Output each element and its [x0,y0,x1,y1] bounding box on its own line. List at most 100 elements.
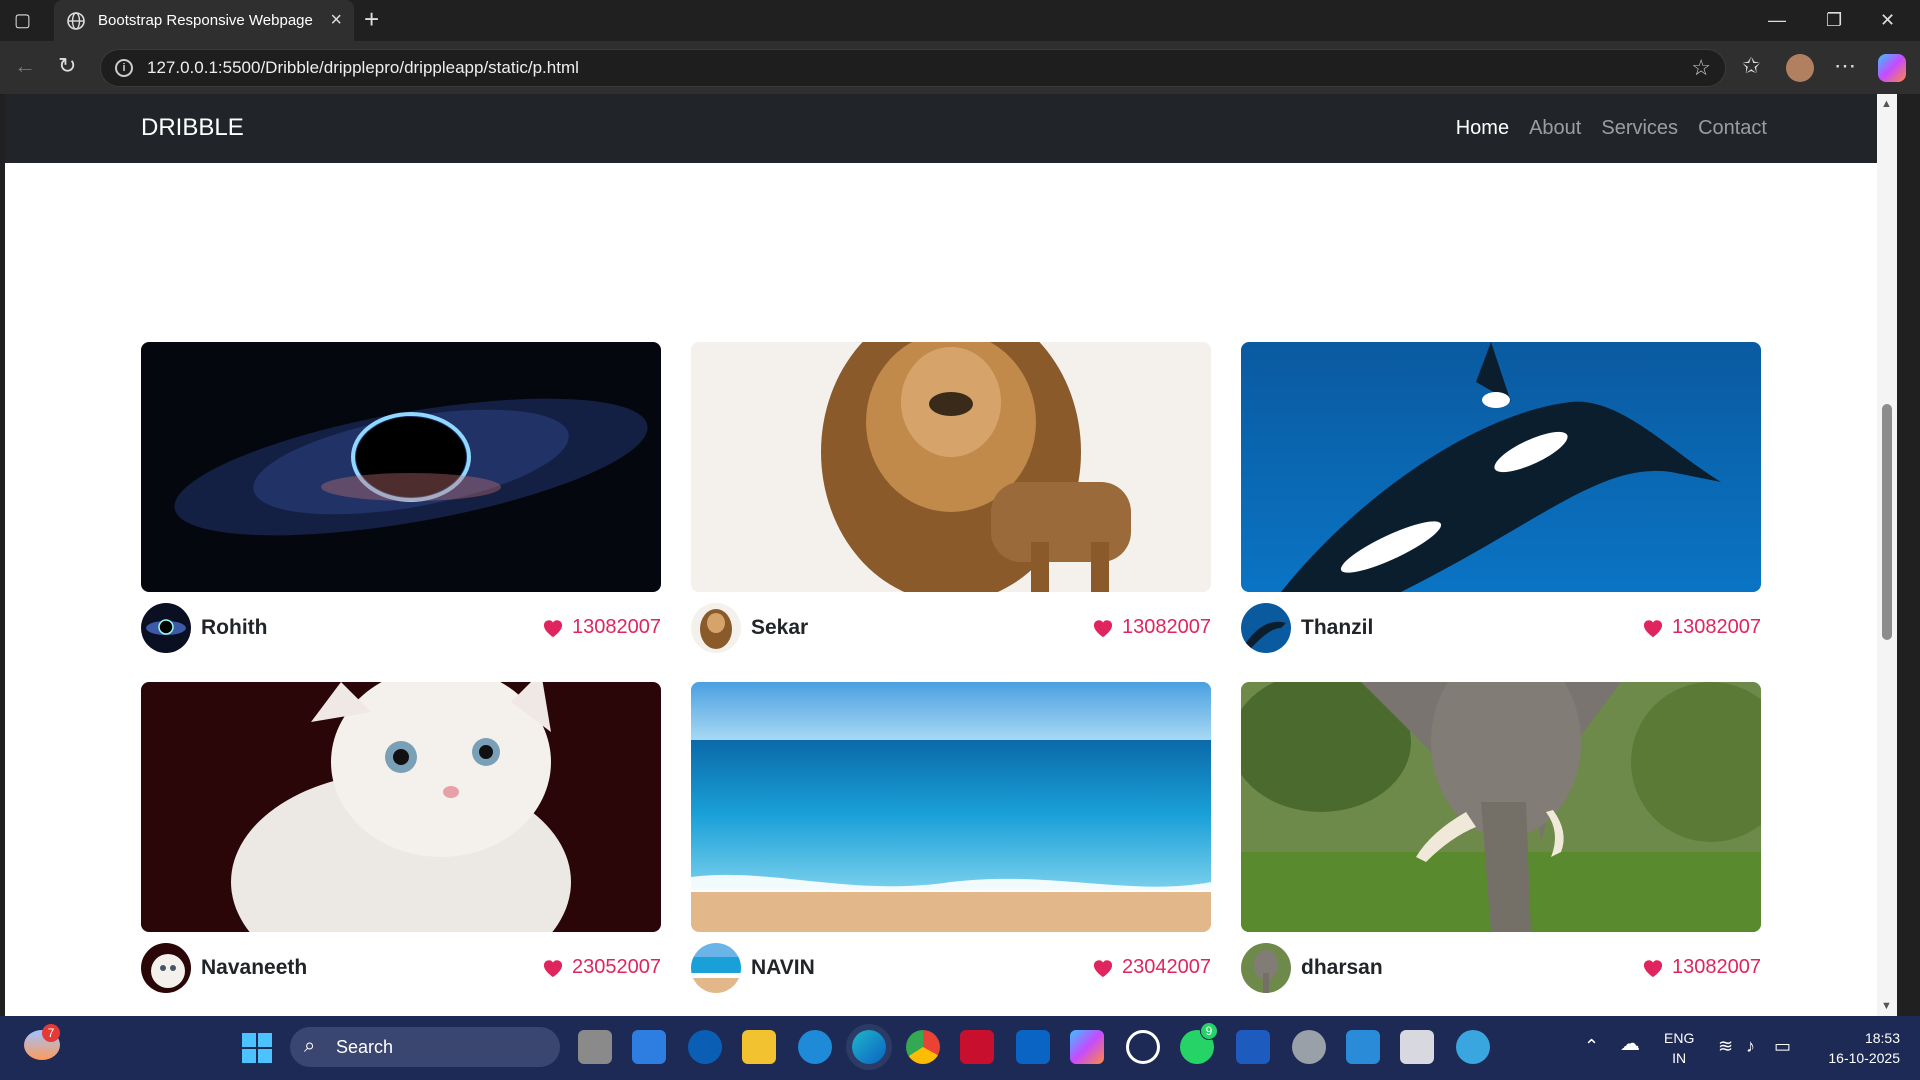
help-icon[interactable] [798,1030,832,1064]
mcafee-icon[interactable] [960,1030,994,1064]
word-icon[interactable] [1236,1030,1270,1064]
like-count[interactable]: 23042007 [1092,956,1211,979]
whatsapp-icon[interactable]: 9 [1180,1022,1218,1064]
like-count[interactable]: 13082007 [542,616,661,639]
weather-icon[interactable]: 7 [24,1024,60,1060]
clock-time: 18:53 [1864,1030,1900,1046]
browser-tab-bar: ▢ Bootstrap Responsive Webpage × + — ❐ ✕ [0,0,1920,41]
like-count-value: 13082007 [1122,616,1211,638]
onedrive-cloud-icon[interactable]: ☁ [1620,1034,1640,1054]
shot-card[interactable]: dharsan 13082007 [1241,682,1761,994]
refresh-icon[interactable]: ↻ [58,53,76,79]
copilot-icon[interactable] [1878,54,1906,82]
windows-start-icon[interactable] [242,1033,272,1063]
heart-icon[interactable] [1092,618,1114,638]
tab-title: Bootstrap Responsive Webpage [98,12,313,29]
wifi-icon[interactable]: ≋ [1718,1036,1733,1056]
nav-contact[interactable]: Contact [1698,117,1767,140]
vscode-icon[interactable] [1346,1030,1380,1064]
language-indicator[interactable]: ENG IN [1664,1028,1694,1068]
like-count[interactable]: 13082007 [1092,616,1211,639]
nav-about[interactable]: About [1529,117,1581,140]
favorite-star-icon[interactable]: ☆ [1691,55,1711,81]
scrollbar-thumb[interactable] [1882,404,1892,640]
like-count[interactable]: 23052007 [542,956,661,979]
nav-home[interactable]: Home [1456,117,1509,140]
shot-card[interactable]: Sekar 13082007 [691,342,1211,654]
shot-card[interactable]: Thanzil 13082007 [1241,342,1761,654]
shot-image-white-kitten[interactable] [141,682,661,932]
author-name[interactable]: NAVIN [751,956,815,980]
like-count-value: 13082007 [1672,956,1761,978]
heart-icon[interactable] [1642,958,1664,978]
clock[interactable]: 18:53 16-10-2025 [1814,1028,1900,1068]
avatar[interactable] [141,603,191,653]
shot-card[interactable]: NAVIN 23042007 [691,682,1211,994]
like-count-value: 13082007 [572,616,661,638]
copilot-taskbar-icon[interactable] [1070,1030,1104,1064]
author-name[interactable]: Navaneeth [201,956,307,980]
more-menu-icon[interactable]: ⋯ [1834,53,1856,79]
site-info-icon[interactable]: i [115,59,133,77]
heart-icon[interactable] [1092,958,1114,978]
shot-card[interactable]: Rohith 13082007 [141,342,661,654]
author-name[interactable]: Thanzil [1301,616,1373,640]
shot-image-elephant[interactable] [1241,682,1761,932]
taskbar-search[interactable]: ⌕ Search [290,1027,560,1067]
favorites-icon[interactable]: ✩ [1742,53,1760,79]
avatar[interactable] [1241,943,1291,993]
avatar[interactable] [141,943,191,993]
scroll-up-icon[interactable]: ▲ [1881,98,1892,110]
heart-icon[interactable] [1642,618,1664,638]
avatar[interactable] [691,943,741,993]
shot-image-lion[interactable] [691,342,1211,592]
site-brand[interactable]: DRIBBLE [141,114,244,142]
shot-image-orca[interactable] [1241,342,1761,592]
author-name[interactable]: Sekar [751,616,808,640]
url-text: 127.0.0.1:5500/Dribble/dripplepro/drippl… [147,58,579,77]
browser-toolbar: ← ↻ i 127.0.0.1:5500/Dribble/dripplepro/… [0,41,1920,94]
lang-secondary: IN [1672,1050,1687,1066]
heart-icon[interactable] [542,958,564,978]
profile-avatar-icon[interactable] [1786,54,1814,82]
nav-services[interactable]: Services [1601,117,1678,140]
show-hidden-icons-icon[interactable]: ⌃ [1584,1036,1599,1056]
settings-icon[interactable] [1292,1030,1326,1064]
maps-globe-icon[interactable] [1456,1030,1490,1064]
heart-icon[interactable] [542,618,564,638]
volume-icon[interactable]: ♪ [1746,1036,1755,1056]
site-navbar: DRIBBLE Home About Services Contact [5,94,1897,163]
minimize-icon[interactable]: — [1768,10,1786,31]
author-name[interactable]: dharsan [1301,956,1383,980]
page-scrollbar[interactable]: ▲ ▼ [1877,94,1897,1016]
outlook-icon[interactable] [1016,1030,1050,1064]
window-close-icon[interactable]: ✕ [1880,10,1895,31]
snipping-tool-icon[interactable] [1400,1030,1434,1064]
page-viewport: DRIBBLE Home About Services Contact Rohi… [5,94,1897,1016]
task-view-icon[interactable] [578,1030,612,1064]
shot-card[interactable]: Navaneeth 23052007 [141,682,661,994]
new-tab-icon[interactable]: + [364,4,379,35]
like-count[interactable]: 13082007 [1642,956,1761,979]
hp-icon[interactable] [688,1030,722,1064]
store-icon[interactable] [632,1030,666,1064]
edge-icon[interactable] [852,1030,886,1064]
battery-icon[interactable]: ▭ [1774,1036,1791,1056]
avatar[interactable] [1241,603,1291,653]
author-name[interactable]: Rohith [201,616,267,640]
chrome-icon[interactable] [906,1030,940,1064]
address-bar[interactable]: i 127.0.0.1:5500/Dribble/dripplepro/drip… [100,49,1726,87]
clock-date: 16-10-2025 [1828,1050,1900,1066]
shot-image-black-hole[interactable] [141,342,661,592]
restore-icon[interactable]: ❐ [1826,10,1842,31]
file-explorer-icon[interactable] [742,1030,776,1064]
like-count[interactable]: 13082007 [1642,616,1761,639]
tab-actions-icon[interactable]: ▢ [14,10,31,31]
scroll-down-icon[interactable]: ▼ [1881,1000,1892,1012]
chatgpt-icon[interactable] [1126,1030,1160,1064]
shot-image-beach[interactable] [691,682,1211,932]
avatar[interactable] [691,603,741,653]
close-tab-icon[interactable]: × [330,9,342,32]
back-icon[interactable]: ← [14,53,36,79]
browser-tab[interactable]: Bootstrap Responsive Webpage × [54,0,354,41]
